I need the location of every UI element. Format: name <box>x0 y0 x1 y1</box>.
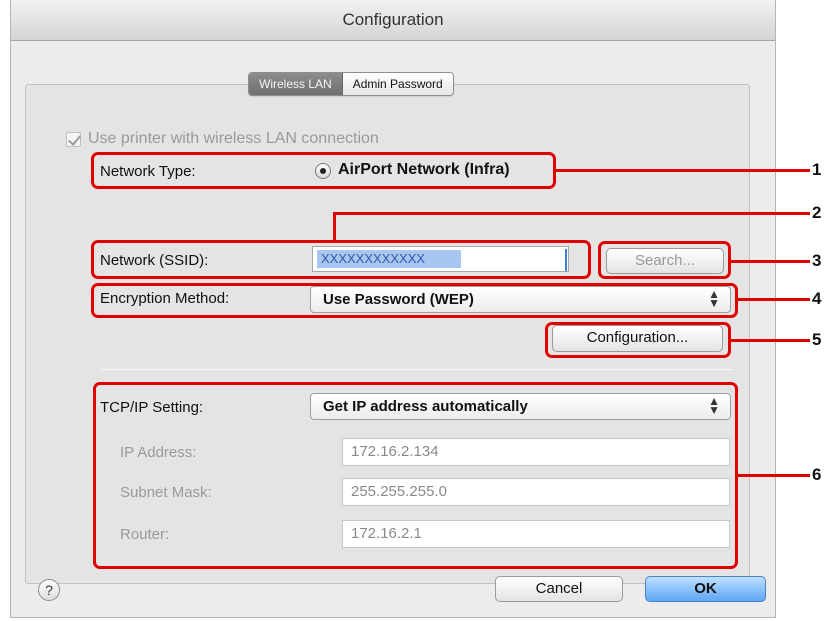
encryption-method-label: Encryption Method: <box>100 290 230 307</box>
encryption-method-select[interactable]: Use Password (WEP) ▲ ▼ <box>310 286 731 313</box>
callout-2-leader <box>333 212 810 215</box>
subnet-mask-field[interactable]: 255.255.255.0 <box>342 478 730 506</box>
callout-1-number: 1 <box>812 160 822 179</box>
callout-1-leader <box>556 169 810 172</box>
tcpip-setting-label: TCP/IP Setting: <box>100 399 204 416</box>
ssid-label: Network (SSID): <box>100 252 209 269</box>
text-caret <box>565 249 567 271</box>
ip-address-field[interactable]: 172.16.2.134 <box>342 438 730 466</box>
router-label: Router: <box>120 526 170 543</box>
callout-4-leader <box>738 298 810 301</box>
router-field[interactable]: 172.16.2.1 <box>342 520 730 548</box>
callout-6-leader <box>738 474 810 477</box>
cancel-button[interactable]: Cancel <box>495 576 623 602</box>
callout-6-number: 6 <box>812 465 822 484</box>
search-button[interactable]: Search... <box>606 248 724 274</box>
encryption-method-value: Use Password (WEP) <box>323 291 474 308</box>
section-divider <box>100 369 733 370</box>
select-arrows-icon: ▲ ▼ <box>708 394 720 417</box>
use-wireless-label: Use printer with wireless LAN connection <box>88 130 379 147</box>
tcpip-setting-value: Get IP address automatically <box>323 398 528 415</box>
ssid-input[interactable]: XXXXXXXXXXXX <box>312 246 569 272</box>
network-type-label: Network Type: <box>100 163 196 180</box>
network-type-value: AirPort Network (Infra) <box>338 161 510 178</box>
window-title: Configuration <box>342 10 444 29</box>
airport-network-radio[interactable] <box>315 163 331 179</box>
callout-4-number: 4 <box>812 289 822 308</box>
callout-3-number: 3 <box>812 251 822 270</box>
use-wireless-checkbox[interactable] <box>66 132 81 147</box>
tab-admin-password[interactable]: Admin Password <box>342 73 453 95</box>
subnet-mask-label: Subnet Mask: <box>120 484 212 501</box>
ip-address-label: IP Address: <box>120 444 197 461</box>
configuration-button[interactable]: Configuration... <box>552 325 723 352</box>
tab-bar: Wireless LAN Admin Password <box>248 72 454 96</box>
callout-2-number: 2 <box>812 203 822 222</box>
callout-2-leader-vertical <box>333 213 336 241</box>
ok-button[interactable]: OK <box>645 576 766 602</box>
callout-5-number: 5 <box>812 330 822 349</box>
callout-3-leader <box>731 260 810 263</box>
tab-wireless-lan[interactable]: Wireless LAN <box>249 73 343 95</box>
ssid-selected-text: XXXXXXXXXXXX <box>317 250 461 268</box>
select-arrows-icon: ▲ ▼ <box>708 287 720 310</box>
title-bar: Configuration <box>11 0 775 41</box>
callout-5-leader <box>731 339 810 342</box>
tcpip-setting-select[interactable]: Get IP address automatically ▲ ▼ <box>310 393 731 420</box>
help-button[interactable]: ? <box>38 579 60 601</box>
